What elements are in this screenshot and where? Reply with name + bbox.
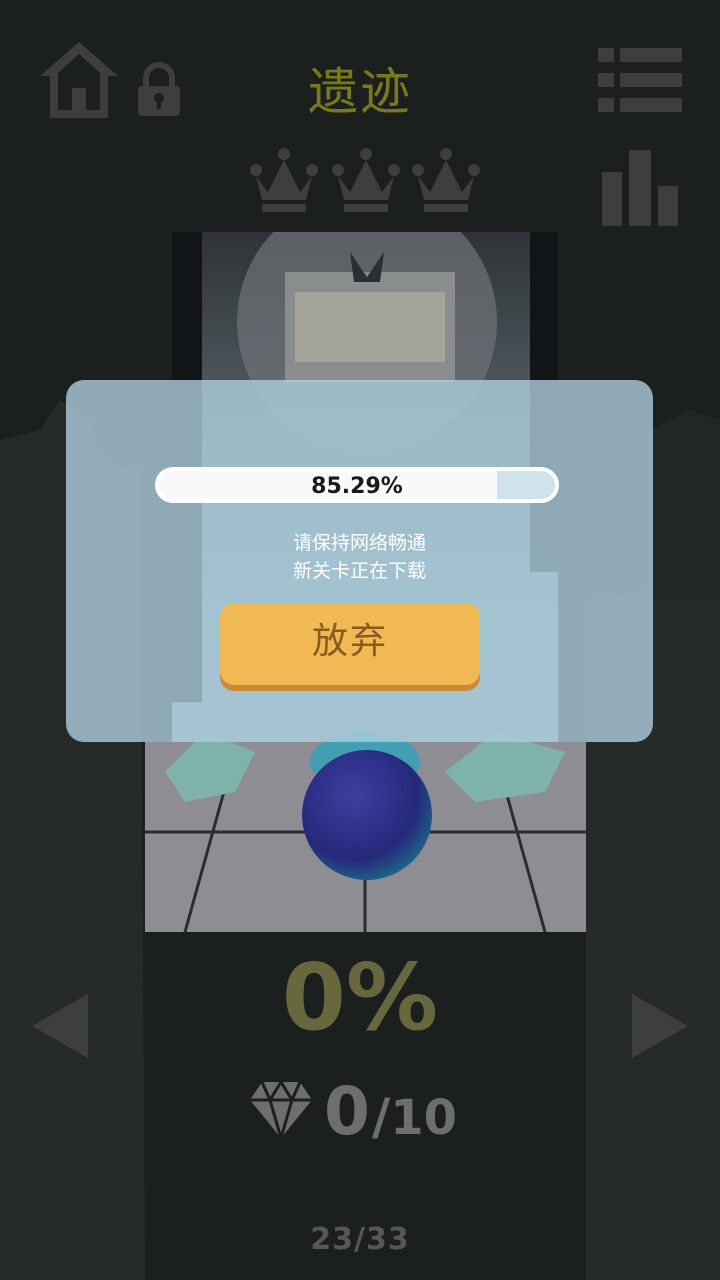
gems-collected: 0 [324,1073,370,1150]
gem-counter: 0/10 [248,1070,457,1150]
crown-rating [250,148,480,212]
level-index: 23/33 [310,1222,410,1257]
menu-list-icon[interactable] [598,46,682,114]
download-dialog: 85.29% 请保持网络畅通 新关卡正在下载 放弃 [66,380,653,742]
crown-icon [250,148,318,212]
crown-icon [412,148,480,212]
diamond-icon [250,1080,312,1140]
download-progress-text: 85.29% [311,474,403,499]
downloading-status-text: 新关卡正在下载 [292,560,426,582]
abandon-button[interactable]: 放弃 [220,603,480,685]
network-hint-text: 请保持网络畅通 [292,532,426,554]
stats-bar-icon[interactable] [600,150,680,226]
gems-total: 10 [390,1090,457,1146]
download-progress-bar: 85.29% [155,467,559,503]
gems-separator: / [371,1088,391,1146]
crown-icon [332,148,400,212]
level-progress-percent: 0% [281,944,439,1051]
